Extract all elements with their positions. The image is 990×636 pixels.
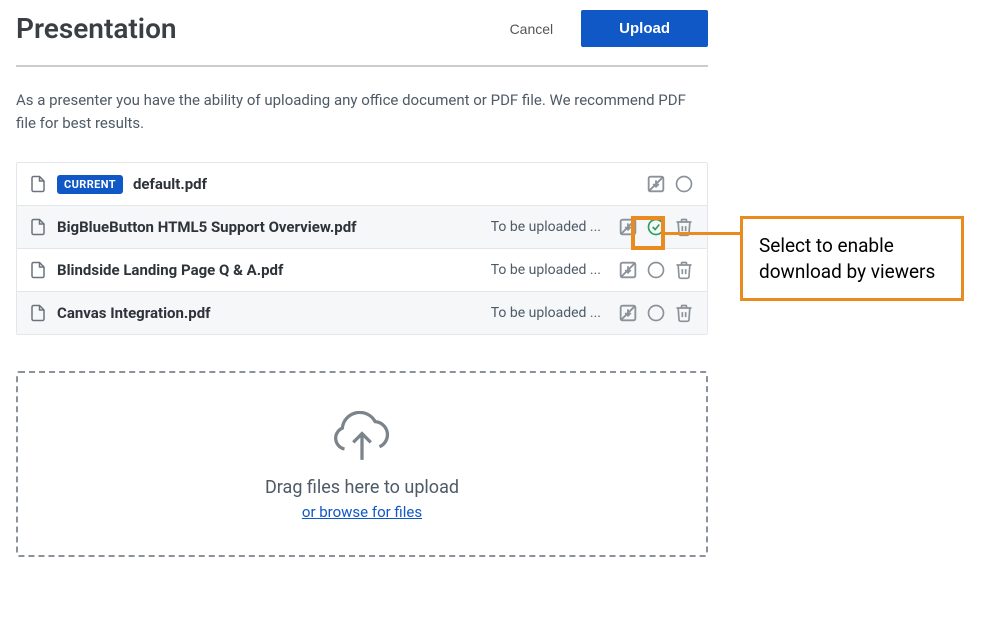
file-name: BigBlueButton HTML5 Support Overview.pdf — [57, 218, 481, 236]
upload-status: To be uploaded ... — [491, 305, 601, 321]
current-toggle-icon[interactable] — [673, 173, 695, 195]
header: Presentation Cancel Upload — [16, 10, 708, 67]
file-name: Blindside Landing Page Q & A.pdf — [57, 261, 481, 279]
upload-status: To be uploaded ... — [491, 219, 601, 235]
upload-status: To be uploaded ... — [491, 262, 601, 278]
current-selected-icon[interactable] — [645, 216, 667, 238]
row-actions — [645, 173, 695, 195]
download-disabled-icon[interactable] — [617, 259, 639, 281]
dropzone[interactable]: Drag files here to upload or browse for … — [16, 371, 708, 557]
row-actions — [617, 259, 695, 281]
file-row: CURRENT default.pdf — [17, 163, 707, 206]
delete-icon[interactable] — [673, 302, 695, 324]
page-title: Presentation — [16, 12, 177, 45]
file-row: Blindside Landing Page Q & A.pdf To be u… — [17, 249, 707, 292]
document-icon — [29, 173, 47, 195]
download-disabled-icon[interactable] — [617, 216, 639, 238]
file-name: default.pdf — [133, 175, 635, 193]
current-badge: CURRENT — [57, 175, 123, 194]
description-text: As a presenter you have the ability of u… — [16, 89, 708, 134]
row-actions — [617, 302, 695, 324]
delete-icon[interactable] — [673, 259, 695, 281]
file-row: Canvas Integration.pdf To be uploaded ..… — [17, 292, 707, 334]
browse-link[interactable]: or browse for files — [302, 503, 422, 521]
current-toggle-icon[interactable] — [645, 302, 667, 324]
cloud-upload-icon — [327, 411, 397, 469]
upload-button[interactable]: Upload — [581, 10, 708, 47]
cancel-button[interactable]: Cancel — [510, 21, 554, 37]
file-name: Canvas Integration.pdf — [57, 304, 481, 322]
annotation-callout: Select to enable download by viewers — [740, 216, 964, 301]
annotation-connector — [665, 232, 740, 235]
document-icon — [29, 259, 47, 281]
download-disabled-icon[interactable] — [645, 173, 667, 195]
document-icon — [29, 216, 47, 238]
header-actions: Cancel Upload — [510, 10, 708, 47]
current-toggle-icon[interactable] — [645, 259, 667, 281]
file-row: BigBlueButton HTML5 Support Overview.pdf… — [17, 206, 707, 249]
drop-label: Drag files here to upload — [38, 477, 686, 498]
file-list: CURRENT default.pdf BigBlueButton HTML5 … — [16, 162, 708, 335]
document-icon — [29, 302, 47, 324]
download-disabled-icon[interactable] — [617, 302, 639, 324]
